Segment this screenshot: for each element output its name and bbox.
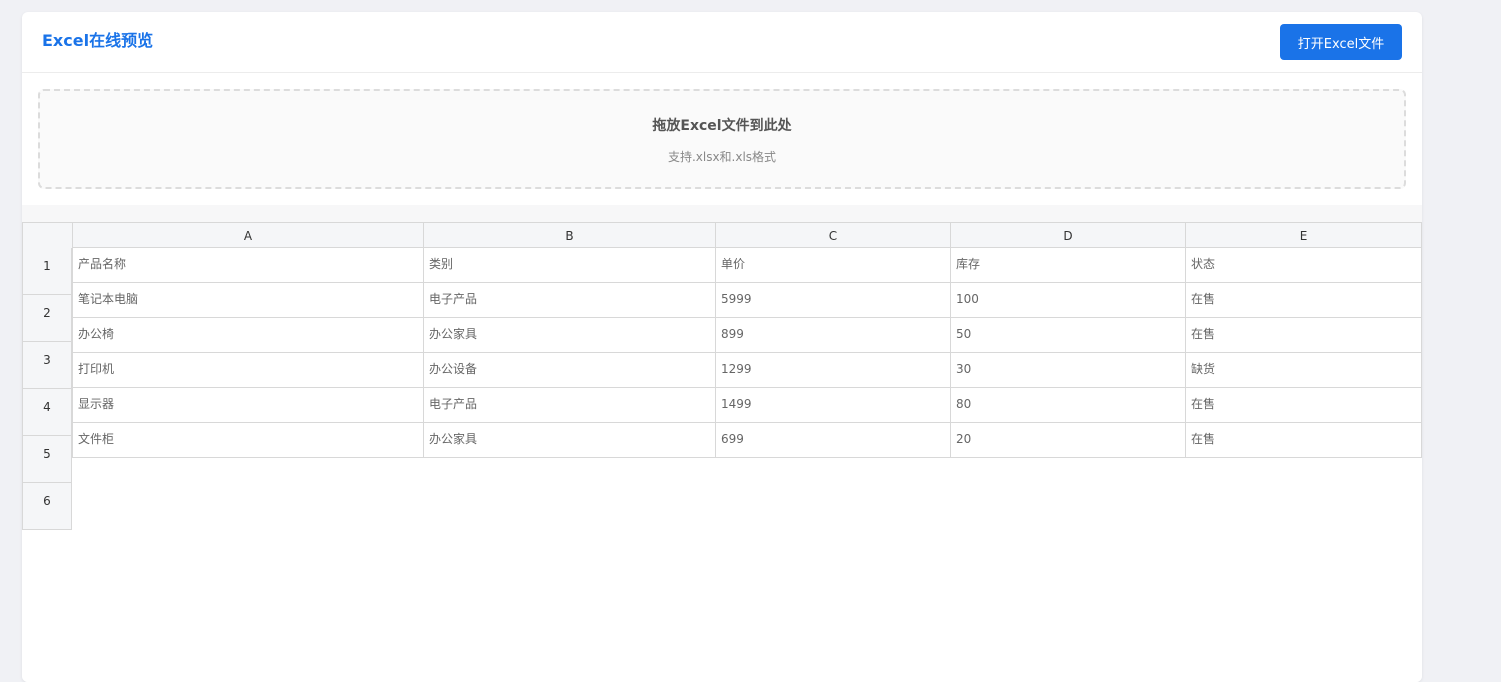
column-header-d[interactable]: D xyxy=(951,222,1186,248)
row-header-6[interactable]: 6 xyxy=(22,483,72,530)
row-header-2[interactable]: 2 xyxy=(22,295,72,342)
cell[interactable]: 类别 xyxy=(424,248,716,283)
cell[interactable]: 笔记本电脑 xyxy=(72,283,424,318)
row-header-4[interactable]: 4 xyxy=(22,389,72,436)
cell[interactable]: 在售 xyxy=(1186,388,1422,423)
cell[interactable]: 30 xyxy=(951,353,1186,388)
cell[interactable]: 产品名称 xyxy=(72,248,424,283)
cell[interactable]: 状态 xyxy=(1186,248,1422,283)
column-header-b[interactable]: B xyxy=(424,222,716,248)
cell[interactable]: 在售 xyxy=(1186,318,1422,353)
cell[interactable]: 单价 xyxy=(716,248,951,283)
cell[interactable]: 100 xyxy=(951,283,1186,318)
cell[interactable]: 电子产品 xyxy=(424,388,716,423)
app-header: Excel在线预览 打开Excel文件 xyxy=(22,12,1422,73)
table-row: 文件柜 办公家具 699 20 在售 xyxy=(72,423,1422,458)
cell[interactable]: 电子产品 xyxy=(424,283,716,318)
drop-zone-subtitle: 支持.xlsx和.xls格式 xyxy=(667,150,777,164)
cell-grid: 产品名称 类别 单价 库存 状态 笔记本电脑 电子产品 5999 100 在售 … xyxy=(72,248,1422,458)
cell[interactable]: 文件柜 xyxy=(72,423,424,458)
column-headers: A B C D E xyxy=(72,222,1422,248)
cell[interactable]: 在售 xyxy=(1186,283,1422,318)
cell[interactable]: 1499 xyxy=(716,388,951,423)
cell[interactable]: 20 xyxy=(951,423,1186,458)
column-header-a[interactable]: A xyxy=(72,222,424,248)
row-header-1[interactable]: 1 xyxy=(22,248,72,295)
cell[interactable]: 80 xyxy=(951,388,1186,423)
table-row: 显示器 电子产品 1499 80 在售 xyxy=(72,388,1422,423)
cell[interactable]: 缺货 xyxy=(1186,353,1422,388)
table-row: 笔记本电脑 电子产品 5999 100 在售 xyxy=(72,283,1422,318)
spreadsheet: A B C D E 1 2 3 4 5 6 产品名称 类别 单价 库存 状态 笔… xyxy=(22,222,1422,682)
sheet-toolbar-band xyxy=(22,205,1422,222)
cell[interactable]: 显示器 xyxy=(72,388,424,423)
cell[interactable]: 打印机 xyxy=(72,353,424,388)
cell[interactable]: 办公家具 xyxy=(424,423,716,458)
column-header-e[interactable]: E xyxy=(1186,222,1422,248)
row-headers: 1 2 3 4 5 6 xyxy=(22,248,72,530)
cell[interactable]: 办公设备 xyxy=(424,353,716,388)
cell[interactable]: 办公家具 xyxy=(424,318,716,353)
cell[interactable]: 50 xyxy=(951,318,1186,353)
cell[interactable]: 在售 xyxy=(1186,423,1422,458)
column-header-c[interactable]: C xyxy=(716,222,951,248)
cell[interactable]: 1299 xyxy=(716,353,951,388)
file-drop-zone[interactable]: 拖放Excel文件到此处 支持.xlsx和.xls格式 xyxy=(38,89,1406,189)
sheet-corner-cell[interactable] xyxy=(22,222,73,249)
preview-card: Excel在线预览 打开Excel文件 拖放Excel文件到此处 支持.xlsx… xyxy=(22,12,1422,682)
table-row: 打印机 办公设备 1299 30 缺货 xyxy=(72,353,1422,388)
cell[interactable]: 699 xyxy=(716,423,951,458)
row-header-3[interactable]: 3 xyxy=(22,342,72,389)
cell[interactable]: 5999 xyxy=(716,283,951,318)
table-row: 办公椅 办公家具 899 50 在售 xyxy=(72,318,1422,353)
table-row: 产品名称 类别 单价 库存 状态 xyxy=(72,248,1422,283)
open-excel-button[interactable]: 打开Excel文件 xyxy=(1280,24,1402,60)
cell[interactable]: 899 xyxy=(716,318,951,353)
row-header-5[interactable]: 5 xyxy=(22,436,72,483)
cell[interactable]: 库存 xyxy=(951,248,1186,283)
cell[interactable]: 办公椅 xyxy=(72,318,424,353)
drop-zone-title: 拖放Excel文件到此处 xyxy=(652,118,792,134)
app-title: Excel在线预览 xyxy=(42,31,154,50)
